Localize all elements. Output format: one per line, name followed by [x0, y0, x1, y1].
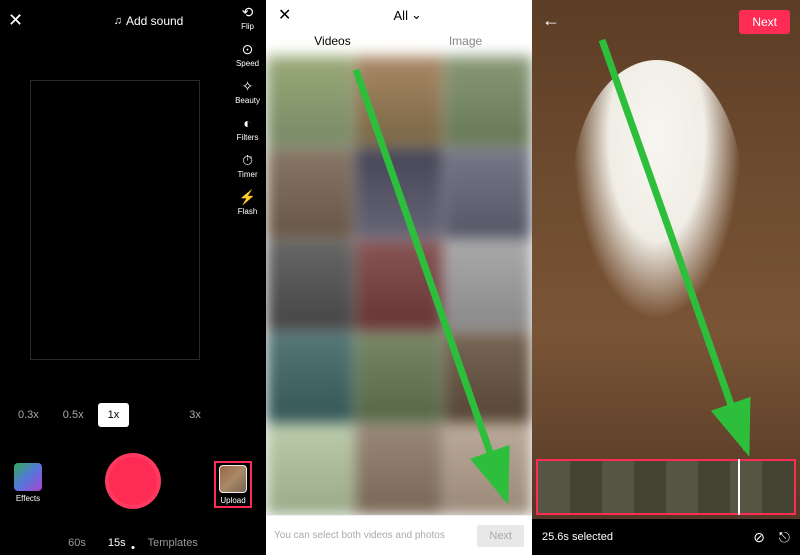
timeline-frame [634, 461, 666, 513]
timeline-frame [762, 461, 794, 513]
camera-screen: ✕ ♫ Add sound ⟲ Flip ⊙ Speed ✧ Beauty ◐ Filt… [0, 0, 266, 555]
media-item[interactable] [266, 332, 354, 423]
timeline-frame [570, 461, 602, 513]
tab-videos[interactable]: Videos [266, 30, 399, 56]
upload-button[interactable]: Upload [214, 461, 252, 508]
mode-selector: 60s 15s Templates [0, 537, 266, 549]
close-button[interactable]: ✕ [0, 6, 31, 35]
mode-templates[interactable]: Templates [148, 537, 198, 549]
timeline-playhead[interactable] [738, 459, 740, 515]
edit-actions: ⊘ ⎋ [753, 529, 790, 546]
gallery-screen: ✕ All ⌄ Videos Image You can select both… [266, 0, 532, 555]
speed-icon[interactable]: ⊘ [753, 529, 765, 546]
zoom-0.3x[interactable]: 0.3x [8, 403, 49, 427]
edit-screen: ← Next 25.6s selected ⊘ ⎋ [532, 0, 800, 555]
timeline-frame [698, 461, 730, 513]
rotate-icon[interactable]: ⎋ [779, 529, 790, 546]
media-item[interactable] [355, 332, 443, 423]
tool-label: Speed [236, 59, 259, 68]
media-item[interactable] [444, 56, 532, 147]
upload-label: Upload [220, 496, 245, 505]
media-item[interactable] [444, 240, 532, 331]
tool-beauty[interactable]: ✧ Beauty [235, 78, 260, 105]
gallery-tabs: Videos Image [266, 30, 532, 56]
upload-icon [219, 465, 247, 493]
media-item[interactable] [355, 148, 443, 239]
zoom-1x[interactable]: 1x [98, 403, 130, 427]
zoom-3x[interactable]: 3x [179, 403, 211, 427]
back-button[interactable]: ← [542, 10, 560, 31]
next-button[interactable]: Next [739, 10, 790, 34]
album-label: All [394, 8, 408, 23]
media-item[interactable] [266, 240, 354, 331]
tool-label: Filters [237, 133, 259, 142]
beauty-icon: ✧ [240, 78, 256, 94]
media-item[interactable] [266, 424, 354, 515]
media-item[interactable] [444, 332, 532, 423]
timer-icon: ⏱ [240, 152, 256, 168]
gallery-topbar: ✕ All ⌄ [266, 0, 532, 30]
chevron-down-icon: ⌄ [411, 7, 422, 23]
mode-indicator-dot [132, 546, 135, 549]
timeline-frame [602, 461, 634, 513]
timeline-frame [538, 461, 570, 513]
preview-subject [572, 60, 742, 320]
camera-tools: ⟲ Flip ⊙ Speed ✧ Beauty ◐ Filters ⏱ Timer ⚡ Fl… [235, 4, 260, 216]
media-item[interactable] [355, 56, 443, 147]
add-sound-label: Add sound [126, 14, 183, 28]
selection-hint: You can select both videos and photos [274, 530, 477, 541]
music-icon: ♫ [114, 15, 122, 27]
edit-footer: 25.6s selected ⊘ ⎋ [532, 519, 800, 555]
tool-speed[interactable]: ⊙ Speed [236, 41, 259, 68]
media-item[interactable] [266, 56, 354, 147]
media-item[interactable] [355, 424, 443, 515]
zoom-0.5x[interactable]: 0.5x [53, 403, 94, 427]
timeline[interactable] [536, 459, 796, 515]
effects-label: Effects [16, 494, 40, 503]
duration-selected: 25.6s selected [542, 531, 753, 543]
camera-topbar: ✕ ♫ Add sound [0, 6, 266, 35]
tool-filters[interactable]: ◐ Filters [237, 115, 259, 142]
viewfinder [30, 80, 200, 360]
tool-timer[interactable]: ⏱ Timer [237, 152, 257, 179]
speed-icon: ⊙ [240, 41, 256, 57]
media-item[interactable] [355, 240, 443, 331]
next-button[interactable]: Next [477, 525, 524, 547]
zoom-controls: 0.3x 0.5x 1x 3x [8, 403, 211, 427]
tool-label: Beauty [235, 96, 260, 105]
record-button[interactable] [105, 453, 161, 509]
media-item[interactable] [266, 148, 354, 239]
gallery-footer: You can select both videos and photos Ne… [266, 515, 532, 555]
media-item[interactable] [444, 424, 532, 515]
tool-label: Timer [237, 170, 257, 179]
timeline-frame [730, 461, 762, 513]
tool-flip[interactable]: ⟲ Flip [240, 4, 256, 31]
effects-button[interactable]: Effects [14, 463, 42, 503]
close-button[interactable]: ✕ [276, 3, 293, 27]
media-item[interactable] [444, 148, 532, 239]
camera-bottom: Effects Upload 60s 15s Templates [0, 435, 266, 555]
mode-15s[interactable]: 15s [108, 537, 126, 549]
mode-60s[interactable]: 60s [68, 537, 86, 549]
timeline-frame [666, 461, 698, 513]
tab-image[interactable]: Image [399, 30, 532, 56]
effects-icon [14, 463, 42, 491]
add-sound-button[interactable]: ♫ Add sound [31, 14, 266, 28]
flash-icon: ⚡ [240, 189, 256, 205]
tool-label: Flash [238, 207, 258, 216]
tool-flash[interactable]: ⚡ Flash [238, 189, 258, 216]
tool-label: Flip [241, 22, 254, 31]
album-selector[interactable]: All ⌄ [293, 7, 522, 23]
media-grid [266, 56, 532, 515]
flip-icon: ⟲ [240, 4, 256, 20]
filters-icon: ◐ [240, 115, 256, 131]
